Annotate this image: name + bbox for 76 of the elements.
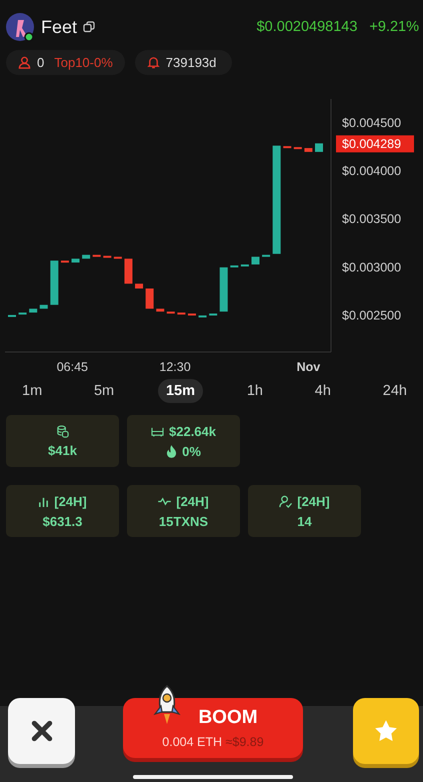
candle bbox=[40, 304, 48, 309]
copy-icon[interactable] bbox=[83, 21, 96, 33]
candle bbox=[188, 314, 196, 316]
stat-value: 0% bbox=[182, 444, 201, 458]
candle bbox=[294, 147, 302, 150]
stat-value: $41k bbox=[48, 442, 77, 458]
interval-tab[interactable]: 24h bbox=[374, 379, 415, 403]
candle bbox=[18, 312, 27, 315]
candle bbox=[135, 284, 144, 288]
candle bbox=[304, 148, 312, 152]
axis-label: $0.002500 bbox=[342, 308, 402, 322]
candle bbox=[177, 312, 186, 315]
candle bbox=[156, 308, 164, 312]
candle bbox=[198, 315, 207, 318]
candle bbox=[92, 254, 101, 257]
price-tag: $0.004289 bbox=[336, 135, 414, 152]
candle bbox=[209, 314, 218, 316]
candle bbox=[82, 254, 90, 259]
candle bbox=[114, 256, 122, 259]
bathtub-icon bbox=[151, 426, 164, 436]
candle bbox=[8, 314, 16, 317]
boom-button[interactable]: BOOM 0.004 ETH ≈$9.89 bbox=[123, 698, 303, 758]
person-icon bbox=[18, 56, 31, 69]
flame-icon bbox=[166, 444, 178, 458]
person-check-icon bbox=[279, 494, 292, 508]
pill-tag: Top10-0% bbox=[54, 55, 113, 70]
candle bbox=[146, 288, 154, 309]
candle bbox=[124, 258, 132, 284]
wave-icon bbox=[158, 496, 172, 506]
axis-label: $0.004500 bbox=[342, 116, 402, 130]
bell-icon bbox=[146, 56, 160, 69]
interval-tab[interactable]: 15m bbox=[158, 379, 203, 403]
interval-tab[interactable]: 5m bbox=[86, 379, 122, 403]
axis-label: Nov bbox=[296, 360, 320, 374]
candle bbox=[166, 312, 175, 314]
token-name: Feet bbox=[41, 16, 78, 38]
stat-period: [24H] bbox=[54, 494, 87, 508]
axis-label: 06:45 bbox=[56, 360, 88, 374]
interval-tab[interactable]: 1m bbox=[14, 379, 50, 403]
coins-icon bbox=[56, 424, 69, 438]
interval-tab[interactable]: 1h bbox=[238, 379, 271, 403]
pill-count: 0 bbox=[37, 55, 44, 70]
favorite-button[interactable] bbox=[353, 698, 419, 764]
boom-amount: 0.004 ETH ≈$9.89 bbox=[162, 735, 264, 749]
candle bbox=[283, 146, 292, 148]
candle bbox=[262, 254, 270, 257]
candle bbox=[72, 258, 80, 263]
axis-label: 12:30 bbox=[159, 360, 191, 374]
stat-value: 14 bbox=[297, 514, 312, 528]
close-button[interactable] bbox=[8, 698, 75, 764]
boom-label: BOOM bbox=[198, 707, 258, 729]
stat-value: $631.3 bbox=[42, 514, 82, 528]
candle bbox=[230, 265, 238, 268]
stat-period: [24H] bbox=[297, 494, 330, 508]
token-price: $0.0020498143 bbox=[256, 19, 358, 35]
pill-count: 739193d bbox=[166, 55, 216, 70]
candle bbox=[240, 264, 249, 266]
candle bbox=[103, 256, 112, 258]
candle bbox=[60, 260, 69, 263]
stat-value: 15TXNS bbox=[158, 514, 208, 528]
interval-tab[interactable]: 4h bbox=[306, 379, 339, 403]
candle bbox=[50, 260, 58, 305]
candle bbox=[29, 308, 38, 313]
candle bbox=[315, 143, 323, 152]
token-avatar-icon bbox=[5, 12, 35, 42]
stat-value: $22.64k bbox=[169, 424, 216, 438]
axis-label: $0.003500 bbox=[342, 212, 402, 226]
axis-label: $0.004000 bbox=[342, 164, 402, 178]
price-change: +9.21% bbox=[369, 19, 419, 35]
stat-period: [24H] bbox=[176, 494, 209, 508]
bar-chart-icon bbox=[38, 496, 50, 506]
axis-label: $0.003000 bbox=[342, 260, 402, 274]
close-icon bbox=[30, 720, 52, 742]
star-icon bbox=[374, 719, 398, 743]
candle bbox=[220, 267, 228, 312]
candle bbox=[251, 256, 260, 264]
